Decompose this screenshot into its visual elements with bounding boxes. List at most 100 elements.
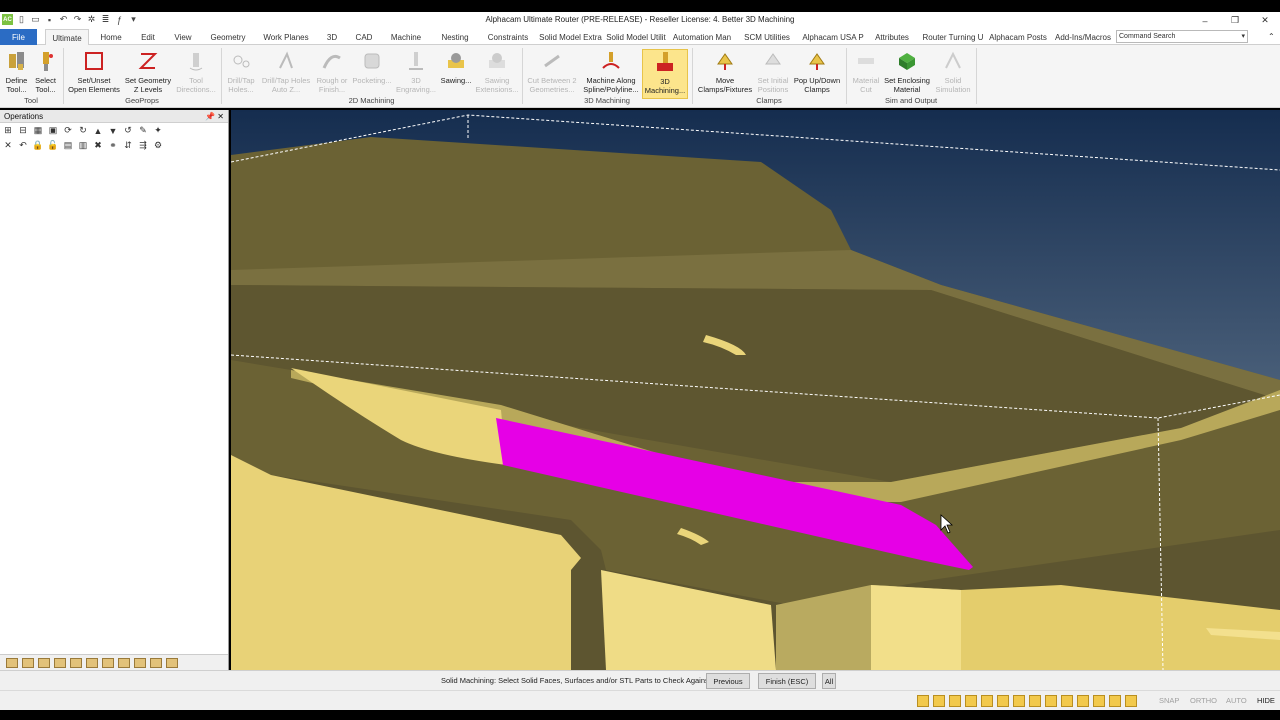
auto-mode-toggle[interactable]: AUTO bbox=[1226, 696, 1247, 705]
restore-button[interactable]: ❐ bbox=[1220, 12, 1250, 29]
tab-edit[interactable]: Edit bbox=[134, 29, 162, 45]
styles-icon[interactable] bbox=[54, 657, 66, 668]
tab-router-turning[interactable]: Router Turning U bbox=[920, 29, 986, 45]
sawing-button[interactable]: Sawing... bbox=[438, 49, 474, 99]
tab-scm-utilities[interactable]: SCM Utilities bbox=[740, 29, 794, 45]
tab-constraints[interactable]: Constraints bbox=[482, 29, 534, 45]
ungroup-icon[interactable]: ▥ bbox=[77, 140, 89, 152]
snap-perp-icon[interactable] bbox=[997, 695, 1009, 707]
link-icon[interactable]: ⚭ bbox=[107, 140, 119, 152]
delete-icon[interactable]: ✕ bbox=[2, 140, 14, 152]
hide-mode-toggle[interactable]: HIDE bbox=[1257, 696, 1275, 705]
snap-end-icon[interactable] bbox=[933, 695, 945, 707]
close-icon[interactable]: ✕ bbox=[217, 112, 224, 121]
ortho-mode-toggle[interactable]: ORTHO bbox=[1190, 696, 1217, 705]
tools-icon[interactable] bbox=[38, 657, 50, 668]
wand-icon[interactable]: ✦ bbox=[152, 125, 164, 137]
tab-machine[interactable]: Machine bbox=[384, 29, 428, 45]
tab-attributes[interactable]: Attributes bbox=[870, 29, 914, 45]
group-icon[interactable]: ▤ bbox=[62, 140, 74, 152]
snap-near-icon[interactable] bbox=[1029, 695, 1041, 707]
model-view[interactable] bbox=[231, 110, 1280, 670]
drill-tap-holes-auto-z-button[interactable]: Drill/Tap Holes Auto Z... bbox=[258, 49, 314, 99]
snap-origin-icon[interactable] bbox=[1109, 695, 1121, 707]
chevron-down-icon[interactable]: ▾ bbox=[1241, 31, 1245, 42]
close-button[interactable]: ✕ bbox=[1250, 12, 1280, 29]
tab-alphacam-posts[interactable]: Alphacam Posts bbox=[988, 29, 1048, 45]
post-icon[interactable] bbox=[150, 657, 162, 668]
unlock-icon[interactable]: 🔓 bbox=[47, 140, 59, 152]
layers-icon[interactable] bbox=[22, 657, 34, 668]
move-down-icon[interactable]: ▼ bbox=[107, 125, 119, 137]
refresh-icon[interactable]: ⟳ bbox=[62, 125, 74, 137]
set-geometry-z-levels-button[interactable]: Set Geometry Z Levels bbox=[122, 49, 174, 99]
snap-vertex-icon[interactable] bbox=[1125, 695, 1137, 707]
tab-nesting[interactable]: Nesting bbox=[434, 29, 476, 45]
cut-between-geometries-button[interactable]: Cut Between 2 Geometries... bbox=[524, 49, 580, 99]
nest-icon[interactable] bbox=[70, 657, 82, 668]
all-button[interactable]: All bbox=[822, 673, 836, 689]
recalc-icon[interactable]: ↺ bbox=[122, 125, 134, 137]
collapse-icon[interactable]: ⊟ bbox=[17, 125, 29, 137]
tab-cad[interactable]: CAD bbox=[350, 29, 378, 45]
3d-engraving-button[interactable]: 3D Engraving... bbox=[394, 49, 438, 99]
tab-solid-model-extra[interactable]: Solid Model Extra bbox=[539, 29, 602, 45]
tab-add-ins-macros[interactable]: Add-Ins/Macros bbox=[1052, 29, 1114, 45]
tab-home[interactable]: Home bbox=[94, 29, 128, 45]
tab-solid-model-utilities[interactable]: Solid Model Utilit bbox=[604, 29, 668, 45]
drill-tap-holes-button[interactable]: Drill/Tap Holes... bbox=[224, 49, 258, 99]
select-icon[interactable]: ▣ bbox=[47, 125, 59, 137]
sawing-extensions-button[interactable]: Sawing Extensions... bbox=[474, 49, 520, 99]
snap-intersect-icon[interactable] bbox=[1013, 695, 1025, 707]
rotate-icon[interactable]: ↻ bbox=[77, 125, 89, 137]
set-enclosing-material-button[interactable]: Set Enclosing Material bbox=[880, 49, 934, 99]
machine-along-spline-button[interactable]: Machine Along Spline/Polyline... bbox=[580, 49, 642, 99]
edit-icon[interactable]: ✎ bbox=[137, 125, 149, 137]
material-cut-button[interactable]: Material Cut bbox=[848, 49, 884, 99]
grid-icon[interactable]: ▦ bbox=[32, 125, 44, 137]
finish-button[interactable]: Finish (ESC) bbox=[758, 673, 816, 689]
tab-automation-manager[interactable]: Automation Man bbox=[670, 29, 734, 45]
pin-icon[interactable]: 📌 bbox=[205, 112, 215, 121]
snap-line-icon[interactable] bbox=[1093, 695, 1105, 707]
previous-button[interactable]: Previous bbox=[706, 673, 750, 689]
expand-icon[interactable]: ⊞ bbox=[2, 125, 14, 137]
snap-mode-toggle[interactable]: SNAP bbox=[1159, 696, 1179, 705]
undo-op-icon[interactable]: ↶ bbox=[17, 140, 29, 152]
tab-3d[interactable]: 3D bbox=[320, 29, 344, 45]
sheet-icon[interactable] bbox=[102, 657, 114, 668]
tab-alphacam-usa[interactable]: Alphacam USA P bbox=[800, 29, 866, 45]
folder-icon[interactable] bbox=[6, 657, 18, 668]
ribbon-collapse-icon[interactable]: ⌃ bbox=[1268, 32, 1275, 41]
snap-center-icon[interactable] bbox=[965, 695, 977, 707]
command-search-input[interactable]: Command Search ▾ bbox=[1116, 30, 1248, 43]
set-unset-open-elements-button[interactable]: Set/Unset Open Elements bbox=[66, 49, 122, 99]
tab-geometry[interactable]: Geometry bbox=[204, 29, 252, 45]
3d-viewport[interactable] bbox=[231, 110, 1280, 670]
snap-mid-icon[interactable] bbox=[949, 695, 961, 707]
tab-view[interactable]: View bbox=[168, 29, 198, 45]
tab-ultimate[interactable]: Ultimate bbox=[45, 29, 89, 46]
snap-arc-icon[interactable] bbox=[1077, 695, 1089, 707]
split-icon[interactable]: ⇵ bbox=[122, 140, 134, 152]
report-icon[interactable] bbox=[118, 657, 130, 668]
set-initial-positions-button[interactable]: Set Initial Positions bbox=[756, 49, 790, 99]
solid-simulation-button[interactable]: Solid Simulation bbox=[934, 49, 972, 99]
clamp-icon[interactable] bbox=[86, 657, 98, 668]
snap-tangent-icon[interactable] bbox=[981, 695, 993, 707]
define-tool-button[interactable]: Define Tool... bbox=[3, 49, 30, 99]
cross-icon[interactable]: ✖ bbox=[92, 140, 104, 152]
pop-up-down-clamps-button[interactable]: Pop Up/Down Clamps bbox=[790, 49, 844, 99]
options-icon[interactable]: ⚙ bbox=[152, 140, 164, 152]
select-tool-button[interactable]: Select Tool... bbox=[32, 49, 59, 99]
tab-work-planes[interactable]: Work Planes bbox=[258, 29, 314, 45]
minimize-button[interactable]: – bbox=[1190, 12, 1220, 29]
pocketing-button[interactable]: Pocketing... bbox=[350, 49, 394, 99]
tool-directions-button[interactable]: Tool Directions... bbox=[174, 49, 218, 99]
snap-point-icon[interactable] bbox=[917, 695, 929, 707]
move-clamps-fixtures-button[interactable]: Move Clamps/Fixtures bbox=[694, 49, 756, 99]
stock-icon[interactable] bbox=[134, 657, 146, 668]
lock-icon[interactable]: 🔒 bbox=[32, 140, 44, 152]
snap-grid-icon[interactable] bbox=[1045, 695, 1057, 707]
tab-file[interactable]: File bbox=[0, 29, 37, 45]
